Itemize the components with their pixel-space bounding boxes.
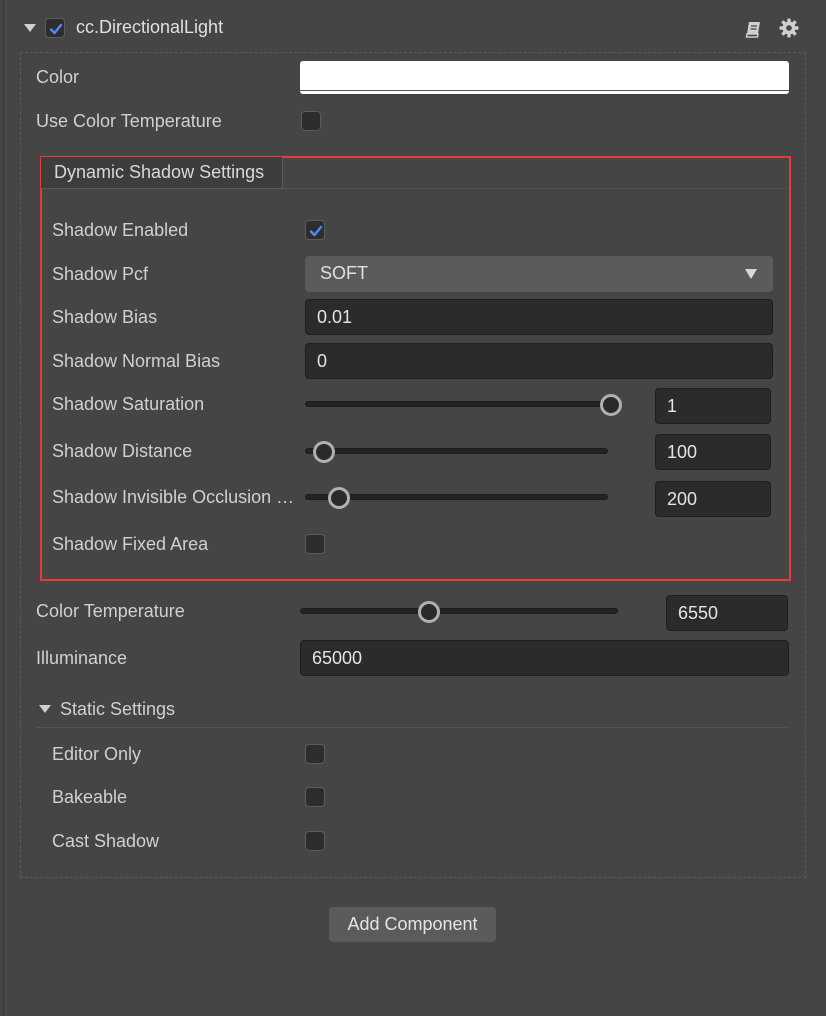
- shadow-fixed-area-label: Shadow Fixed Area: [52, 534, 209, 554]
- shadow-saturation-input[interactable]: 1: [655, 388, 771, 424]
- component-title: cc.DirectionalLight: [76, 17, 224, 37]
- panel-edge: [3, 0, 4, 1016]
- editor-only-checkbox[interactable]: [305, 744, 325, 764]
- shadow-bias-label: Shadow Bias: [52, 307, 158, 327]
- checkmark-icon: [309, 225, 323, 237]
- color-temperature-value: 6550: [678, 603, 719, 623]
- shadow-normal-bias-value: 0: [317, 351, 328, 371]
- illuminance-value: 65000: [312, 648, 363, 668]
- color-temperature-label: Color Temperature: [36, 601, 185, 621]
- shadow-distance-label: Shadow Distance: [52, 441, 193, 461]
- shadow-fixed-area-checkbox[interactable]: [305, 534, 325, 554]
- shadow-pcf-value: SOFT: [320, 263, 368, 283]
- cast-shadow-label: Cast Shadow: [52, 831, 160, 851]
- tab-dynamic-shadow-settings[interactable]: Dynamic Shadow Settings: [41, 157, 283, 189]
- shadow-distance-knob[interactable]: [313, 441, 335, 463]
- shadow-invisible-occlusion-label: Shadow Invisible Occlusion …: [52, 487, 295, 507]
- illuminance-input[interactable]: 65000: [300, 640, 789, 676]
- tab-underline: [283, 188, 789, 189]
- add-component-button[interactable]: Add Component: [329, 907, 496, 942]
- bakeable-label: Bakeable: [52, 787, 128, 807]
- shadow-saturation-label: Shadow Saturation: [52, 394, 205, 414]
- shadow-distance-value: 100: [667, 442, 698, 462]
- shadow-normal-bias-label: Shadow Normal Bias: [52, 351, 221, 371]
- shadow-invisible-occlusion-value: 200: [667, 489, 698, 509]
- illuminance-label: Illuminance: [36, 648, 128, 668]
- shadow-normal-bias-input[interactable]: 0: [305, 343, 773, 379]
- color-temperature-input[interactable]: 6550: [666, 595, 788, 631]
- shadow-distance-slider[interactable]: [305, 448, 608, 454]
- dropdown-arrow-icon: [745, 269, 757, 279]
- shadow-saturation-slider[interactable]: [305, 401, 612, 407]
- color-temperature-knob[interactable]: [418, 601, 440, 623]
- shadow-invisible-occlusion-input[interactable]: 200: [655, 481, 771, 517]
- add-component-label: Add Component: [347, 914, 478, 934]
- inspector-panel: cc.DirectionalLight Color Use Color Temp…: [0, 0, 826, 1016]
- checkmark-icon: [49, 23, 63, 35]
- static-settings-header[interactable]: Static Settings: [60, 699, 175, 720]
- shadow-enabled-label: Shadow Enabled: [52, 220, 189, 240]
- shadow-bias-input[interactable]: 0.01: [305, 299, 773, 335]
- shadow-invisible-occlusion-knob[interactable]: [328, 487, 350, 509]
- shadow-pcf-label: Shadow Pcf: [52, 264, 149, 284]
- shadow-saturation-knob[interactable]: [600, 394, 622, 416]
- shadow-bias-value: 0.01: [317, 307, 353, 327]
- shadow-invisible-occlusion-slider[interactable]: [305, 494, 608, 500]
- color-temperature-slider[interactable]: [300, 608, 618, 614]
- shadow-distance-input[interactable]: 100: [655, 434, 771, 470]
- book-icon[interactable]: [744, 19, 764, 44]
- component-enabled-checkbox[interactable]: [45, 18, 65, 38]
- shadow-saturation-value: 1: [667, 396, 678, 416]
- static-settings-collapse-icon[interactable]: [39, 705, 51, 713]
- color-label: Color: [36, 67, 80, 87]
- gear-icon[interactable]: [779, 18, 799, 43]
- tab-label: Dynamic Shadow Settings: [54, 162, 265, 182]
- collapse-arrow-icon[interactable]: [24, 24, 36, 32]
- color-swatch[interactable]: [300, 61, 789, 94]
- shadow-pcf-select[interactable]: SOFT: [305, 256, 773, 292]
- shadow-enabled-checkbox[interactable]: [305, 220, 325, 240]
- bakeable-checkbox[interactable]: [305, 787, 325, 807]
- static-settings-divider: [36, 727, 789, 728]
- editor-only-label: Editor Only: [52, 744, 142, 764]
- cast-shadow-checkbox[interactable]: [305, 831, 325, 851]
- use-color-temperature-checkbox[interactable]: [301, 111, 321, 131]
- use-color-temperature-label: Use Color Temperature: [36, 111, 222, 131]
